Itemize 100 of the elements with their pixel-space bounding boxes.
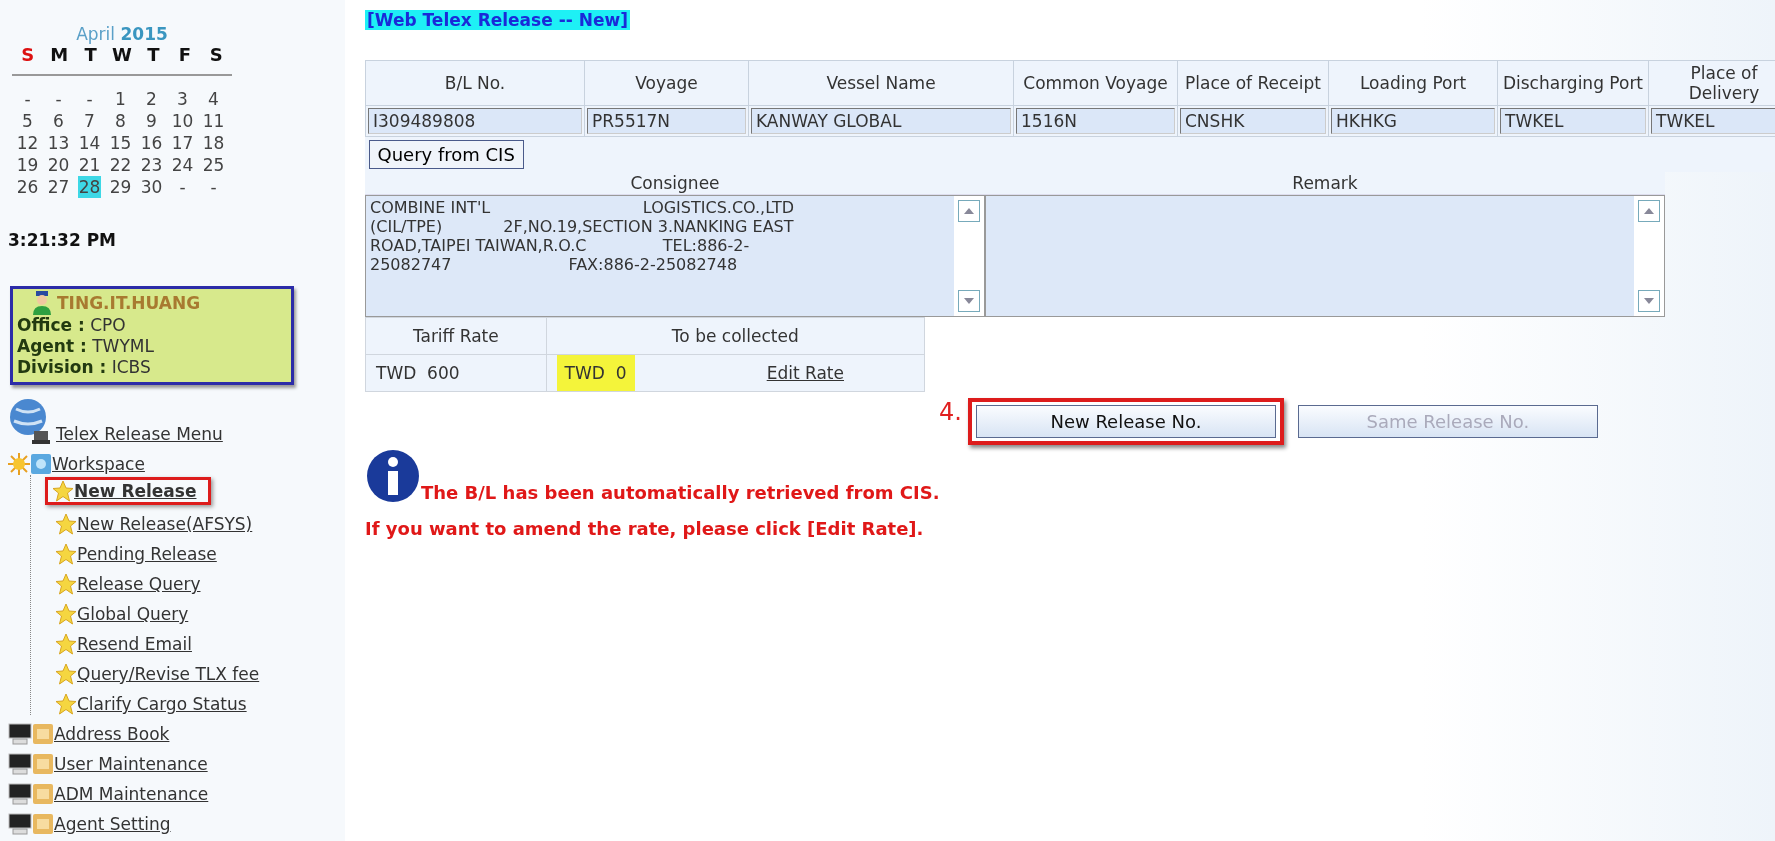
calendar-day[interactable]: 14 — [77, 132, 102, 154]
star-icon — [55, 693, 77, 715]
value-field[interactable]: TWKEL — [1500, 108, 1646, 134]
weekday-label: F — [177, 44, 192, 66]
calendar-day[interactable]: 1 — [114, 88, 127, 110]
calendar-day[interactable]: 7 — [83, 110, 96, 132]
query-button[interactable]: Query from CIS — [368, 140, 524, 169]
value-field[interactable]: CNSHK — [1180, 108, 1326, 134]
user-name: TING.IT.HUANG — [57, 292, 201, 314]
computer-icon — [8, 723, 32, 745]
star-icon — [55, 573, 77, 595]
calendar-day[interactable]: - — [23, 88, 32, 110]
user-icon — [31, 291, 53, 315]
page-title: [Web Telex Release -- New] — [365, 10, 630, 30]
value-field[interactable]: HKHKG — [1331, 108, 1495, 134]
calendar-day[interactable]: 10 — [170, 110, 195, 132]
calendar-day[interactable]: 2 — [145, 88, 158, 110]
calendar-day[interactable]: 5 — [21, 110, 34, 132]
step-number: 4. — [939, 398, 962, 426]
calendar-day[interactable]: 19 — [15, 154, 40, 176]
menu-link[interactable]: Query/Revise TLX fee — [77, 663, 260, 685]
column-header: Voyage — [584, 60, 749, 106]
clock-time: 3:21:32 PM — [8, 230, 118, 250]
column-header: B/L No. — [365, 60, 585, 106]
menu-link[interactable]: New Release(AFSYS) — [77, 513, 253, 535]
calendar-day[interactable]: 18 — [201, 132, 226, 154]
menu-link[interactable]: Global Query — [77, 603, 189, 625]
weekday-label: T — [146, 44, 161, 66]
user-info: Division : ICBS — [17, 357, 152, 378]
window-icon — [30, 453, 52, 475]
star-icon — [52, 480, 74, 502]
calendar-day[interactable]: - — [54, 88, 63, 110]
menu-link[interactable]: User Maintenance — [54, 753, 208, 775]
column-header: Loading Port — [1328, 60, 1498, 106]
calendar-day[interactable]: 21 — [77, 154, 102, 176]
menu-link[interactable]: Release Query — [77, 573, 201, 595]
calendar-day[interactable]: 12 — [15, 132, 40, 154]
value-field[interactable]: PR5517N — [587, 108, 746, 134]
star-icon — [55, 633, 77, 655]
menu-link[interactable]: Resend Email — [77, 633, 192, 655]
calendar-day[interactable]: 9 — [145, 110, 158, 132]
value-field[interactable]: I309489808 — [368, 108, 582, 134]
calendar-day[interactable]: 4 — [207, 88, 220, 110]
weekday-label: W — [111, 44, 133, 66]
folder-icon — [32, 753, 54, 775]
info-message: The B/L has been automatically retrieved from CIS. — [421, 481, 940, 505]
computer-icon — [8, 783, 32, 805]
menu-link[interactable]: Agent Setting — [54, 813, 171, 835]
menu-link[interactable]: ADM Maintenance — [54, 783, 209, 805]
calendar-day[interactable]: - — [178, 176, 187, 198]
column-header: Common Voyage — [1013, 60, 1178, 106]
column-header: To be collected — [546, 317, 925, 355]
column-header: Tariff Rate — [365, 317, 547, 355]
tariff-rate: TWD 600 — [376, 363, 460, 383]
calendar-day[interactable]: 28 — [77, 176, 102, 198]
column-header: Vessel Name — [748, 60, 1014, 106]
info-message: If you want to amend the rate, please click [Edit Rate]. — [365, 517, 925, 541]
calendar-day[interactable]: 22 — [108, 154, 133, 176]
calendar-day[interactable]: 8 — [114, 110, 127, 132]
weekday-label: T — [83, 44, 98, 66]
calendar-day[interactable]: 20 — [46, 154, 71, 176]
info-icon — [365, 447, 421, 505]
menu-link[interactable]: Pending Release — [77, 543, 217, 565]
folder-icon — [32, 723, 54, 745]
calendar-day[interactable]: 25 — [201, 154, 226, 176]
calendar-day[interactable]: 30 — [139, 176, 164, 198]
calendar-day[interactable]: 23 — [139, 154, 164, 176]
calendar-day[interactable]: 29 — [108, 176, 133, 198]
edit-rate-link[interactable]: Edit Rate — [766, 363, 844, 383]
menu-link[interactable]: New Release — [74, 480, 197, 502]
star-icon — [55, 603, 77, 625]
calendar-day[interactable]: - — [209, 176, 218, 198]
value-field[interactable]: 1516N — [1016, 108, 1175, 134]
calendar-day[interactable]: 11 — [201, 110, 226, 132]
weekday-label: S — [208, 44, 224, 66]
star-icon — [55, 543, 77, 565]
globe-computer-icon — [8, 397, 52, 445]
consignee-label: Consignee — [629, 172, 721, 194]
calendar-day[interactable]: 26 — [15, 176, 40, 198]
calendar-day[interactable]: 15 — [108, 132, 133, 154]
user-info: Office : CPO — [17, 315, 127, 336]
calendar-day[interactable]: 6 — [52, 110, 65, 132]
calendar-day[interactable]: - — [85, 88, 94, 110]
menu-link[interactable]: Clarify Cargo Status — [77, 693, 247, 715]
calendar-day[interactable]: 3 — [176, 88, 189, 110]
calendar-day[interactable]: 13 — [46, 132, 71, 154]
menu-link[interactable]: Telex Release Menu — [56, 423, 223, 445]
remark-label: Remark — [1291, 172, 1359, 194]
value-field[interactable]: KANWAY GLOBAL — [751, 108, 1011, 134]
value-field[interactable]: TWKEL — [1651, 108, 1775, 134]
calendar-day[interactable]: 24 — [170, 154, 195, 176]
release-button[interactable]: New Release No. — [975, 405, 1276, 438]
calendar-day[interactable]: 17 — [170, 132, 195, 154]
menu-link[interactable]: Address Book — [54, 723, 170, 745]
calendar-day[interactable]: 27 — [46, 176, 71, 198]
computer-icon — [8, 813, 32, 835]
calendar-day[interactable]: 16 — [139, 132, 164, 154]
calendar-month: April 2015 — [75, 24, 169, 44]
menu-link[interactable]: Workspace — [52, 453, 145, 475]
sun-icon — [8, 453, 30, 475]
